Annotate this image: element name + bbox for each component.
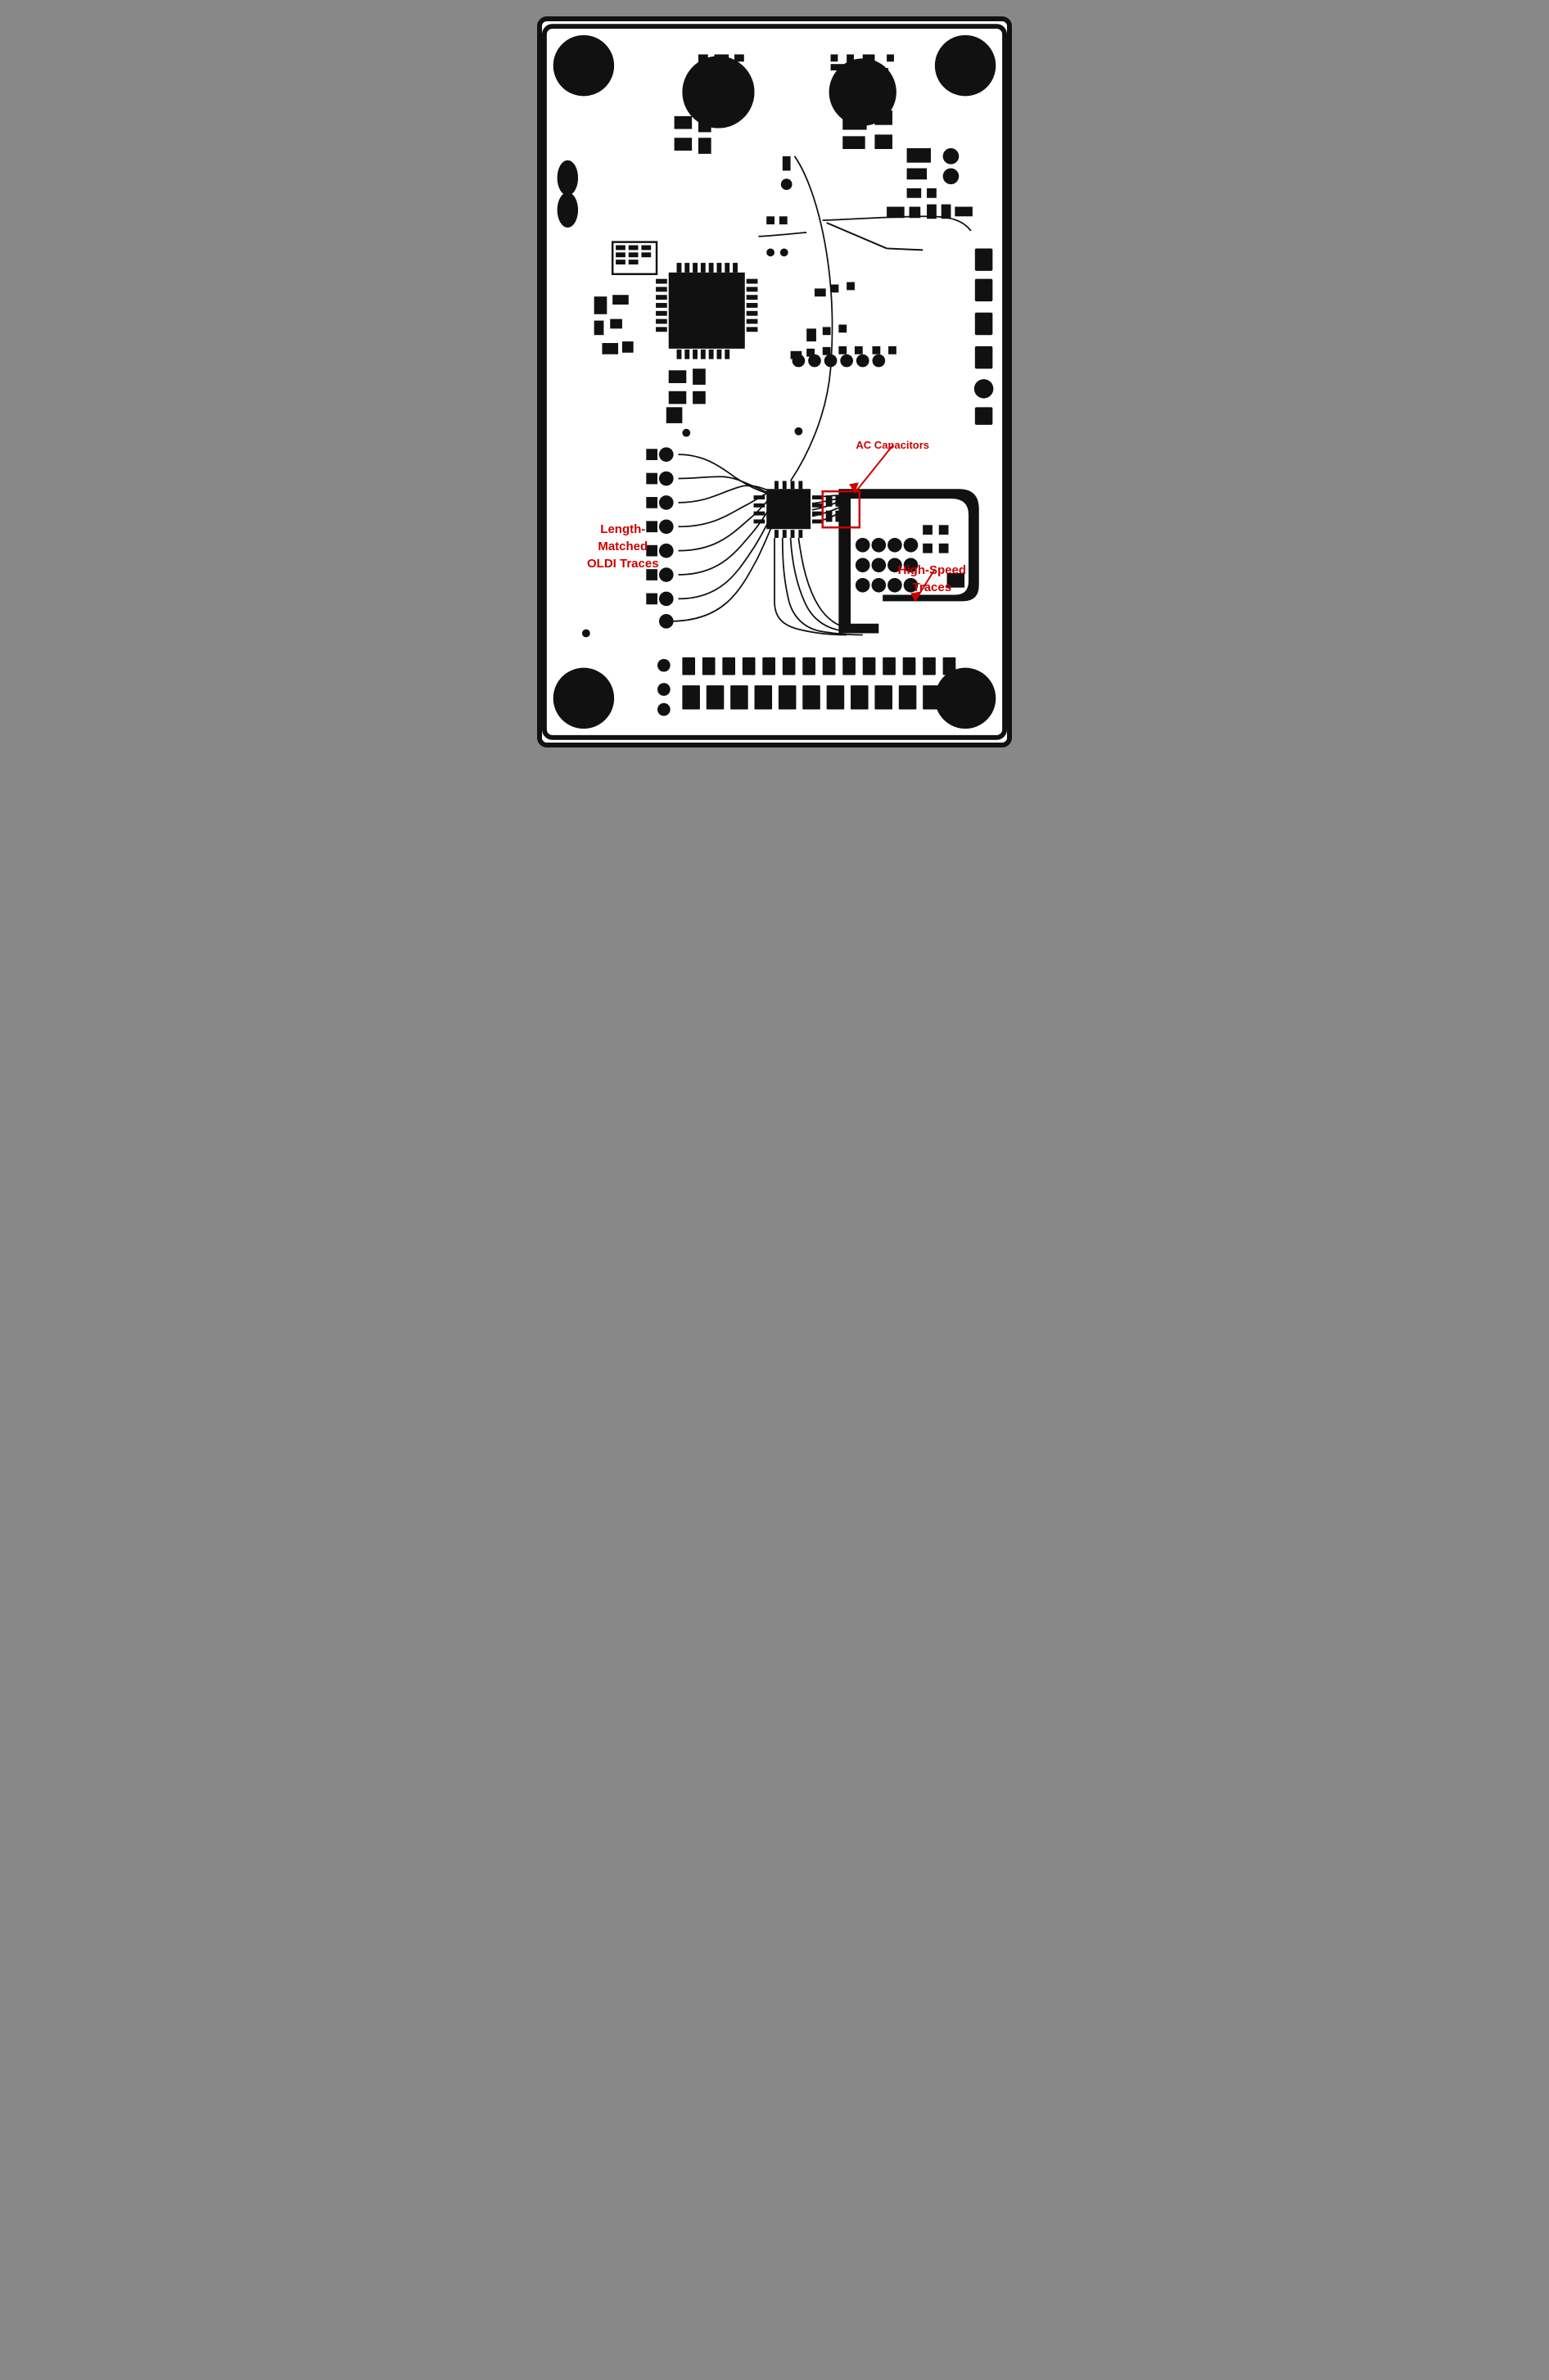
pcb-board: AC Capacitors Length-MatchedOLDI Traces … bbox=[537, 16, 1012, 747]
